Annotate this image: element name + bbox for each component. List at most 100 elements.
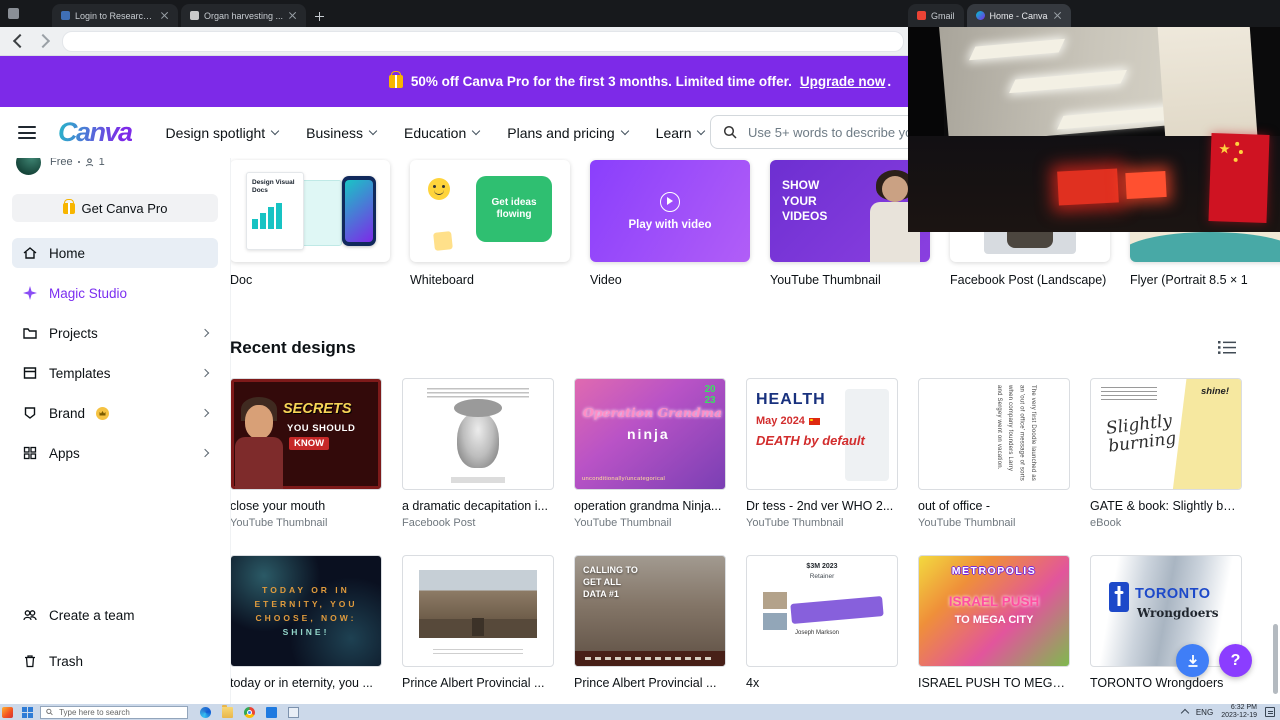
sidebar-item-create-a-team[interactable]: Create a team xyxy=(12,600,218,630)
chevron-down-icon xyxy=(620,126,629,136)
browser-tab[interactable]: Organ harvesting ... xyxy=(181,4,307,27)
recent-design-card[interactable]: shine! Slightly burning GATE & book: Sli… xyxy=(1090,378,1242,529)
canva-logo[interactable]: Canva xyxy=(58,117,133,148)
recent-designs-row-2: TODAY OR IN ETERNITY, YOU CHOOSE, NOW: S… xyxy=(230,555,1242,690)
thumbnail-text: SHINE! xyxy=(282,627,330,637)
tab-group-right: Gmail Home - Canva xyxy=(908,4,1071,27)
text-lines-shape xyxy=(433,649,523,657)
tab-title: Gmail xyxy=(931,10,955,21)
recent-design-card[interactable]: Prince Albert Provincial ... xyxy=(402,555,554,690)
video-overlay[interactable] xyxy=(908,27,1280,232)
type-card-doc[interactable]: Design Visual Docs Doc xyxy=(230,160,390,287)
chevron-right-icon xyxy=(200,368,210,378)
edge-icon[interactable] xyxy=(200,706,211,718)
get-canva-pro-button[interactable]: Get Canva Pro xyxy=(12,194,218,222)
start-button[interactable] xyxy=(22,706,33,718)
taskbar-search-input[interactable] xyxy=(57,706,182,718)
language-indicator[interactable]: ENG xyxy=(1196,708,1213,717)
sidebar-item-magic-studio[interactable]: Magic Studio xyxy=(12,278,218,308)
store-icon[interactable] xyxy=(266,706,277,718)
type-card-youtube-thumbnail[interactable]: SHOW YOUR VIDEOS YouTube Thumbnail xyxy=(770,160,930,287)
file-explorer-icon[interactable] xyxy=(222,704,233,718)
person-head-shape xyxy=(882,176,908,202)
recent-design-card[interactable]: 20 23 Operation Grandma ninja unconditio… xyxy=(574,378,726,529)
sidebar-item-trash[interactable]: Trash xyxy=(12,646,218,676)
recent-design-card[interactable]: TORONTO Wrongdoers TORONTO Wrongdoers xyxy=(1090,555,1242,690)
design-thumbnail xyxy=(402,555,554,667)
design-thumbnail: TODAY OR IN ETERNITY, YOU CHOOSE, NOW: S… xyxy=(230,555,382,667)
browser-tab[interactable]: Gmail xyxy=(908,4,964,27)
building-photo-shape xyxy=(472,618,484,636)
new-tab-button[interactable] xyxy=(309,6,329,26)
chrome-icon[interactable] xyxy=(244,706,255,718)
forward-icon[interactable] xyxy=(35,33,51,49)
close-icon[interactable] xyxy=(1053,11,1062,20)
taskbar-clock[interactable]: 6:32 PM 2023-12-19 xyxy=(1221,704,1257,720)
nav-item-design-spotlight[interactable]: Design spotlight xyxy=(166,125,280,141)
notification-icon[interactable] xyxy=(1265,707,1275,717)
sidebar-item-label: Templates xyxy=(49,365,111,381)
nav-item-education[interactable]: Education xyxy=(404,125,481,141)
recent-design-card[interactable]: TODAY OR IN ETERNITY, YOU CHOOSE, NOW: S… xyxy=(230,555,382,690)
nav-item-business[interactable]: Business xyxy=(306,125,378,141)
chevron-right-icon xyxy=(200,448,210,458)
recent-design-card[interactable]: The very first Doodle launched as an 'ou… xyxy=(918,378,1070,529)
design-title: Prince Albert Provincial ... xyxy=(402,676,545,690)
design-thumbnail: 20 23 Operation Grandma ninja unconditio… xyxy=(574,378,726,490)
design-type: YouTube Thumbnail xyxy=(918,517,1016,529)
question-mark: ? xyxy=(1230,651,1241,669)
thumbnail-text: $3M 2023 xyxy=(806,563,838,570)
sidebar-item-label: Apps xyxy=(49,445,80,461)
hidden-icons-icon[interactable] xyxy=(1180,708,1190,718)
sidebar-item-home[interactable]: Home xyxy=(12,238,218,268)
help-button[interactable]: ? xyxy=(1219,644,1252,677)
thumbnail-text: Slightly burning xyxy=(1104,410,1178,457)
type-card-video[interactable]: Play with video Video xyxy=(590,160,750,287)
favicon-icon xyxy=(190,11,199,20)
upgrade-now-link[interactable]: Upgrade now xyxy=(800,74,886,89)
sidebar-item-label: Create a team xyxy=(49,607,135,623)
type-card-whiteboard[interactable]: Get ideas flowing Whiteboard xyxy=(410,160,570,287)
design-title: Dr tess - 2nd ver WHO 2... xyxy=(746,499,894,513)
list-view-icon[interactable] xyxy=(1218,340,1236,355)
close-icon[interactable] xyxy=(288,11,297,20)
tab-title: Organ harvesting ... xyxy=(204,10,284,21)
recent-design-card[interactable]: SECRETS YOU SHOULD KNOW close your mouth… xyxy=(230,378,382,529)
taskbar-widget-icon[interactable] xyxy=(2,706,13,718)
mail-icon[interactable] xyxy=(288,706,299,718)
recent-design-card[interactable]: a dramatic decapitation i... Facebook Po… xyxy=(402,378,554,529)
type-card-preview: Get ideas flowing xyxy=(410,160,570,262)
person-icon xyxy=(85,157,93,166)
chevron-right-icon xyxy=(200,328,210,338)
recent-design-card[interactable]: METROPOLIS ISRAEL PUSH TO MEGA CITY ISRA… xyxy=(918,555,1070,690)
recent-design-card[interactable]: HEALTH May 2024 DEATH by default Dr tess… xyxy=(746,378,898,529)
browser-tab[interactable]: Login to Research... xyxy=(52,4,178,27)
sidebar-item-apps[interactable]: Apps xyxy=(12,438,218,468)
recent-designs-row-1: SECRETS YOU SHOULD KNOW close your mouth… xyxy=(230,378,1242,529)
design-thumbnail: CALLING TO GET ALL DATA #1 xyxy=(574,555,726,667)
design-type: YouTube Thumbnail xyxy=(574,517,672,529)
scrollbar-thumb[interactable] xyxy=(1273,624,1278,694)
back-icon[interactable] xyxy=(12,33,28,49)
sidebar-item-brand[interactable]: Brand xyxy=(12,398,218,428)
recent-design-card[interactable]: CALLING TO GET ALL DATA #1 Prince Albert… xyxy=(574,555,726,690)
taskbar-search[interactable] xyxy=(40,705,188,719)
clock-time: 6:32 PM xyxy=(1230,703,1257,711)
statue-shape xyxy=(451,477,505,483)
download-app-button[interactable] xyxy=(1176,644,1209,677)
chevron-down-icon xyxy=(697,126,706,136)
type-card-preview: Play with video xyxy=(590,160,750,262)
recent-design-card[interactable]: $3M 2023 Retainer Joseph Markson 4x xyxy=(746,555,898,690)
sidebar-item-label: Magic Studio xyxy=(49,285,128,301)
thumbnail-text: DATA #1 xyxy=(583,589,619,600)
sidebar-item-projects[interactable]: Projects xyxy=(12,318,218,348)
sidebar-item-templates[interactable]: Templates xyxy=(12,358,218,388)
nav-item-learn[interactable]: Learn xyxy=(656,125,706,141)
browser-tab-active[interactable]: Home - Canva xyxy=(966,4,1071,27)
design-title: GATE & book: Slightly bur... xyxy=(1090,499,1242,513)
menu-icon[interactable] xyxy=(18,126,36,139)
address-bar[interactable] xyxy=(62,31,904,52)
close-icon[interactable] xyxy=(160,11,169,20)
system-tray: ENG 6:32 PM 2023-12-19 xyxy=(1180,704,1275,720)
nav-item-plans-and-pricing[interactable]: Plans and pricing xyxy=(507,125,629,141)
